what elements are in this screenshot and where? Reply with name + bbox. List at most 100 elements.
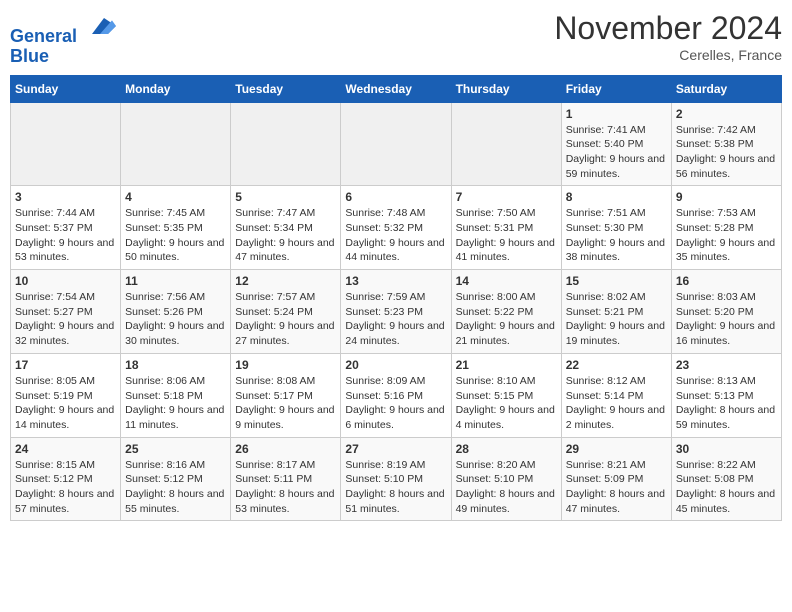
calendar-cell (451, 102, 561, 186)
day-number: 24 (15, 442, 116, 456)
calendar-cell: 9 Sunrise: 7:53 AMSunset: 5:28 PMDaylight… (671, 186, 781, 270)
calendar-cell: 18 Sunrise: 8:06 AMSunset: 5:18 PMDayligh… (121, 353, 231, 437)
weekday-header-wednesday: Wednesday (341, 75, 451, 102)
day-detail: Sunrise: 7:44 AMSunset: 5:37 PMDaylight:… (15, 206, 116, 265)
day-number: 10 (15, 274, 116, 288)
day-number: 16 (676, 274, 777, 288)
calendar-cell: 2 Sunrise: 7:42 AMSunset: 5:38 PMDaylight… (671, 102, 781, 186)
calendar-cell: 14Sunrise: 8:00 AMSunset: 5:22 PMDayligh… (451, 270, 561, 354)
logo-icon (84, 10, 116, 42)
day-detail: Sunrise: 8:15 AMSunset: 5:12 PMDaylight:… (15, 458, 116, 517)
day-number: 6 (345, 190, 446, 204)
calendar-cell (121, 102, 231, 186)
day-number: 27 (345, 442, 446, 456)
day-detail: Sunrise: 7:53 AMSunset: 5:28 PMDaylight:… (676, 206, 777, 265)
day-detail: Sunrise: 7:57 AMSunset: 5:24 PMDaylight:… (235, 290, 336, 349)
weekday-header-thursday: Thursday (451, 75, 561, 102)
calendar-cell: 20 Sunrise: 8:09 AMSunset: 5:16 PMDayligh… (341, 353, 451, 437)
calendar-cell: 10 Sunrise: 7:54 AMSunset: 5:27 PMDayligh… (11, 270, 121, 354)
day-detail: Sunrise: 7:50 AMSunset: 5:31 PMDaylight:… (456, 206, 557, 265)
day-number: 7 (456, 190, 557, 204)
calendar-cell (341, 102, 451, 186)
calendar-cell (231, 102, 341, 186)
day-number: 28 (456, 442, 557, 456)
calendar-cell: 27Sunrise: 8:19 AMSunset: 5:10 PMDayligh… (341, 437, 451, 521)
day-number: 25 (125, 442, 226, 456)
calendar-cell: 12 Sunrise: 7:57 AMSunset: 5:24 PMDayligh… (231, 270, 341, 354)
day-detail: Sunrise: 7:42 AMSunset: 5:38 PMDaylight:… (676, 123, 777, 182)
day-detail: Sunrise: 8:06 AMSunset: 5:18 PMDaylight:… (125, 374, 226, 433)
calendar-cell: 4 Sunrise: 7:45 AMSunset: 5:35 PMDaylight… (121, 186, 231, 270)
day-number: 19 (235, 358, 336, 372)
weekday-header-friday: Friday (561, 75, 671, 102)
calendar-cell: 5 Sunrise: 7:47 AMSunset: 5:34 PMDaylight… (231, 186, 341, 270)
day-number: 2 (676, 107, 777, 121)
page-header: General Blue November 2024 Cerelles, Fra… (10, 10, 782, 67)
day-number: 11 (125, 274, 226, 288)
day-detail: Sunrise: 7:51 AMSunset: 5:30 PMDaylight:… (566, 206, 667, 265)
month-title: November 2024 (554, 10, 782, 47)
day-number: 29 (566, 442, 667, 456)
calendar-cell: 15Sunrise: 8:02 AMSunset: 5:21 PMDayligh… (561, 270, 671, 354)
day-detail: Sunrise: 7:45 AMSunset: 5:35 PMDaylight:… (125, 206, 226, 265)
calendar-cell: 30Sunrise: 8:22 AMSunset: 5:08 PMDayligh… (671, 437, 781, 521)
day-number: 9 (676, 190, 777, 204)
day-number: 4 (125, 190, 226, 204)
day-number: 3 (15, 190, 116, 204)
calendar-cell: 23 Sunrise: 8:13 AMSunset: 5:13 PMDayligh… (671, 353, 781, 437)
day-detail: Sunrise: 8:00 AMSunset: 5:22 PMDaylight:… (456, 290, 557, 349)
day-number: 23 (676, 358, 777, 372)
day-number: 21 (456, 358, 557, 372)
calendar-cell: 25 Sunrise: 8:16 AMSunset: 5:12 PMDayligh… (121, 437, 231, 521)
weekday-header-saturday: Saturday (671, 75, 781, 102)
day-number: 12 (235, 274, 336, 288)
day-detail: Sunrise: 7:54 AMSunset: 5:27 PMDaylight:… (15, 290, 116, 349)
week-row-3: 10 Sunrise: 7:54 AMSunset: 5:27 PMDayligh… (11, 270, 782, 354)
day-detail: Sunrise: 8:10 AMSunset: 5:15 PMDaylight:… (456, 374, 557, 433)
day-detail: Sunrise: 8:22 AMSunset: 5:08 PMDaylight:… (676, 458, 777, 517)
day-detail: Sunrise: 8:05 AMSunset: 5:19 PMDaylight:… (15, 374, 116, 433)
calendar-cell: 19 Sunrise: 8:08 AMSunset: 5:17 PMDayligh… (231, 353, 341, 437)
calendar-cell: 24 Sunrise: 8:15 AMSunset: 5:12 PMDayligh… (11, 437, 121, 521)
week-row-1: 1Sunrise: 7:41 AMSunset: 5:40 PMDaylight… (11, 102, 782, 186)
calendar-cell: 17 Sunrise: 8:05 AMSunset: 5:19 PMDayligh… (11, 353, 121, 437)
day-detail: Sunrise: 8:17 AMSunset: 5:11 PMDaylight:… (235, 458, 336, 517)
logo-general: General (10, 26, 77, 46)
weekday-header-tuesday: Tuesday (231, 75, 341, 102)
calendar-cell: 13Sunrise: 7:59 AMSunset: 5:23 PMDayligh… (341, 270, 451, 354)
day-number: 17 (15, 358, 116, 372)
calendar-cell: 11 Sunrise: 7:56 AMSunset: 5:26 PMDayligh… (121, 270, 231, 354)
day-number: 13 (345, 274, 446, 288)
day-number: 18 (125, 358, 226, 372)
calendar-cell: 22 Sunrise: 8:12 AMSunset: 5:14 PMDayligh… (561, 353, 671, 437)
calendar-cell (11, 102, 121, 186)
day-detail: Sunrise: 8:09 AMSunset: 5:16 PMDaylight:… (345, 374, 446, 433)
week-row-4: 17 Sunrise: 8:05 AMSunset: 5:19 PMDayligh… (11, 353, 782, 437)
day-number: 8 (566, 190, 667, 204)
day-number: 15 (566, 274, 667, 288)
calendar-cell: 26 Sunrise: 8:17 AMSunset: 5:11 PMDayligh… (231, 437, 341, 521)
day-detail: Sunrise: 8:12 AMSunset: 5:14 PMDaylight:… (566, 374, 667, 433)
day-detail: Sunrise: 8:03 AMSunset: 5:20 PMDaylight:… (676, 290, 777, 349)
calendar-body: 1Sunrise: 7:41 AMSunset: 5:40 PMDaylight… (11, 102, 782, 521)
logo: General Blue (10, 10, 116, 67)
day-detail: Sunrise: 8:13 AMSunset: 5:13 PMDaylight:… (676, 374, 777, 433)
calendar-table: SundayMondayTuesdayWednesdayThursdayFrid… (10, 75, 782, 522)
day-detail: Sunrise: 8:16 AMSunset: 5:12 PMDaylight:… (125, 458, 226, 517)
title-block: November 2024 Cerelles, France (554, 10, 782, 63)
day-detail: Sunrise: 7:56 AMSunset: 5:26 PMDaylight:… (125, 290, 226, 349)
day-number: 26 (235, 442, 336, 456)
calendar-cell: 1Sunrise: 7:41 AMSunset: 5:40 PMDaylight… (561, 102, 671, 186)
day-detail: Sunrise: 7:47 AMSunset: 5:34 PMDaylight:… (235, 206, 336, 265)
day-number: 5 (235, 190, 336, 204)
weekday-header-sunday: Sunday (11, 75, 121, 102)
week-row-5: 24 Sunrise: 8:15 AMSunset: 5:12 PMDayligh… (11, 437, 782, 521)
calendar-cell: 29Sunrise: 8:21 AMSunset: 5:09 PMDayligh… (561, 437, 671, 521)
day-detail: Sunrise: 8:08 AMSunset: 5:17 PMDaylight:… (235, 374, 336, 433)
calendar-cell: 3 Sunrise: 7:44 AMSunset: 5:37 PMDaylight… (11, 186, 121, 270)
day-number: 20 (345, 358, 446, 372)
day-number: 22 (566, 358, 667, 372)
day-detail: Sunrise: 7:48 AMSunset: 5:32 PMDaylight:… (345, 206, 446, 265)
calendar-cell: 7 Sunrise: 7:50 AMSunset: 5:31 PMDaylight… (451, 186, 561, 270)
calendar-cell: 21 Sunrise: 8:10 AMSunset: 5:15 PMDayligh… (451, 353, 561, 437)
